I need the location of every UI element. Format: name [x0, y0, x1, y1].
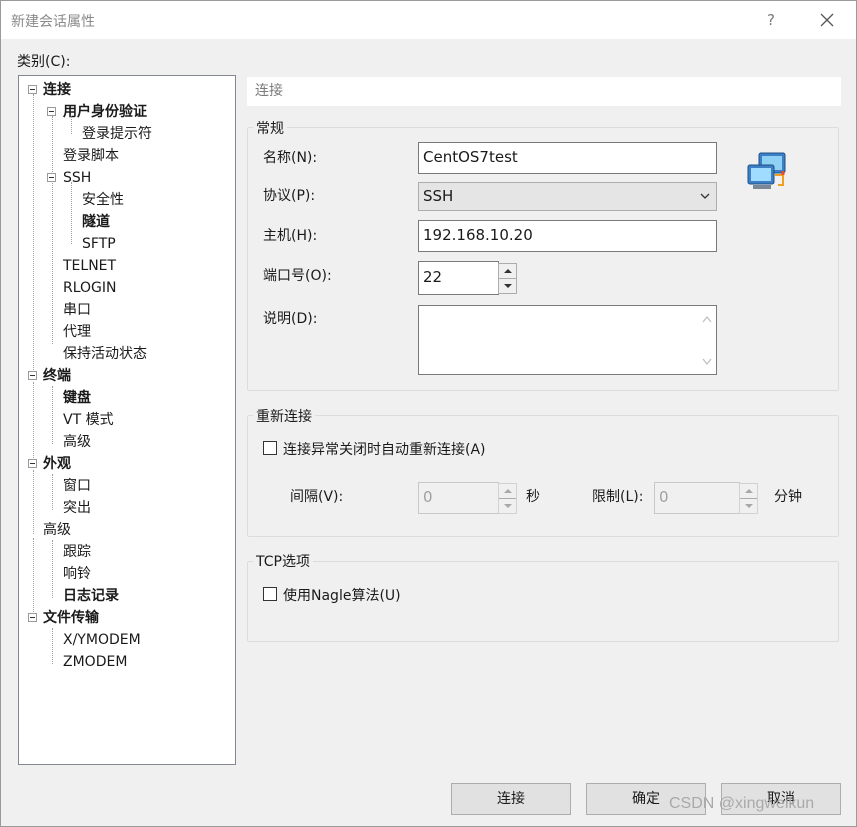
- arrow-up-icon: [504, 269, 512, 273]
- collapse-toggle-icon[interactable]: [28, 371, 37, 380]
- scroll-arrows-icon: [702, 315, 712, 366]
- tree-line: [71, 182, 72, 244]
- category-label: 类别(C):: [17, 54, 71, 70]
- limit-stepper[interactable]: [739, 483, 758, 514]
- interval-stepper[interactable]: [498, 483, 517, 514]
- network-computers-icon: [747, 152, 786, 189]
- tree-item-login-prompts[interactable]: 登录提示符: [82, 124, 152, 144]
- limit-unit: 分钟: [774, 489, 802, 505]
- close-icon: [820, 13, 834, 27]
- host-input[interactable]: 192.168.10.20: [418, 220, 717, 252]
- description-textarea[interactable]: [418, 305, 717, 375]
- arrow-up-icon: [504, 489, 512, 493]
- general-group-title: 常规: [253, 118, 287, 138]
- tree-item-connection[interactable]: 连接: [43, 80, 71, 100]
- tree-item-rlogin[interactable]: RLOGIN: [63, 278, 117, 298]
- arrow-up-icon: [745, 489, 753, 493]
- tree-item-sftp[interactable]: SFTP: [82, 234, 116, 254]
- tree-item-tunnel[interactable]: 隧道: [82, 212, 110, 232]
- tree-line: [33, 94, 34, 376]
- limit-input[interactable]: 0: [654, 482, 740, 514]
- tree-item-logging[interactable]: 日志记录: [63, 586, 119, 606]
- tree-item-terminal-advanced[interactable]: 高级: [63, 432, 91, 452]
- limit-increment-button[interactable]: [740, 484, 757, 499]
- chevron-down-icon: [700, 193, 710, 199]
- interval-label: 间隔(V):: [290, 489, 344, 505]
- tree-item-telnet[interactable]: TELNET: [63, 256, 116, 276]
- tree-item-vt-modes[interactable]: VT 模式: [63, 410, 114, 430]
- tree-item-terminal[interactable]: 终端: [43, 366, 71, 386]
- tree-item-highlight[interactable]: 突出: [63, 498, 91, 518]
- interval-input[interactable]: 0: [418, 482, 499, 514]
- help-button[interactable]: ?: [757, 7, 785, 33]
- window-title: 新建会话属性: [11, 14, 95, 30]
- tcp-options-group-title: TCP选项: [253, 551, 313, 571]
- tree-line: [52, 116, 53, 344]
- name-label: 名称(N):: [263, 150, 318, 166]
- close-button[interactable]: [811, 7, 843, 33]
- tree-item-file-transfer[interactable]: 文件传输: [43, 608, 99, 628]
- arrow-down-icon: [504, 503, 512, 508]
- nagle-checkbox[interactable]: [263, 587, 277, 601]
- tree-item-zmodem[interactable]: ZMODEM: [63, 652, 127, 672]
- description-scrollbar[interactable]: [698, 306, 716, 374]
- session-properties-dialog: 新建会话属性 ? 类别(C): 连接 用户身份验证 登录提示符 登录脚本 SSH…: [0, 0, 857, 827]
- collapse-toggle-icon[interactable]: [28, 613, 37, 622]
- limit-decrement-button[interactable]: [740, 499, 757, 514]
- tree-item-keepalive[interactable]: 保持活动状态: [63, 344, 147, 364]
- tree-item-proxy[interactable]: 代理: [63, 322, 91, 342]
- title-bar: 新建会话属性 ?: [1, 1, 856, 39]
- arrow-down-icon: [504, 283, 512, 288]
- tree-line: [33, 470, 34, 534]
- limit-label: 限制(L):: [592, 489, 644, 505]
- description-label: 说明(D):: [263, 311, 318, 327]
- tree-line: [52, 386, 53, 444]
- nagle-label[interactable]: 使用Nagle算法(U): [283, 585, 401, 605]
- reconnect-group: [247, 415, 839, 537]
- tree-line: [33, 538, 34, 620]
- tree-item-window[interactable]: 窗口: [63, 476, 91, 496]
- tree-item-bell[interactable]: 响铃: [63, 564, 91, 584]
- tree-line: [33, 382, 34, 466]
- interval-unit: 秒: [526, 489, 540, 505]
- auto-reconnect-checkbox[interactable]: [263, 441, 277, 455]
- tree-item-appearance[interactable]: 外观: [43, 454, 71, 474]
- port-increment-button[interactable]: [499, 264, 516, 279]
- tree-item-advanced[interactable]: 高级: [43, 520, 71, 540]
- tree-item-keyboard[interactable]: 键盘: [63, 388, 91, 408]
- tree-item-serial[interactable]: 串口: [63, 300, 91, 320]
- protocol-select[interactable]: SSH: [418, 182, 717, 211]
- tree-line: [52, 540, 53, 598]
- section-header: 连接: [247, 77, 841, 106]
- tree-item-ssh[interactable]: SSH: [63, 168, 91, 188]
- watermark: CSDN @xingweikun: [669, 795, 815, 812]
- protocol-label: 协议(P):: [263, 188, 316, 204]
- tree-item-security[interactable]: 安全性: [82, 190, 124, 210]
- port-decrement-button[interactable]: [499, 279, 516, 294]
- collapse-toggle-icon[interactable]: [28, 85, 37, 94]
- reconnect-group-title: 重新连接: [253, 406, 315, 426]
- port-input[interactable]: 22: [418, 261, 499, 295]
- collapse-toggle-icon[interactable]: [28, 459, 37, 468]
- collapse-toggle-icon[interactable]: [47, 107, 56, 116]
- interval-decrement-button[interactable]: [499, 499, 516, 514]
- connect-button[interactable]: 连接: [451, 783, 571, 815]
- tree-item-xymodem[interactable]: X/YMODEM: [63, 630, 141, 650]
- auto-reconnect-label[interactable]: 连接异常关闭时自动重新连接(A): [283, 439, 486, 459]
- tree-item-login-script[interactable]: 登录脚本: [63, 146, 119, 166]
- port-stepper[interactable]: [498, 263, 517, 294]
- name-input[interactable]: CentOS7test: [418, 142, 717, 174]
- host-label: 主机(H):: [263, 228, 318, 244]
- tree-item-trace[interactable]: 跟踪: [63, 542, 91, 562]
- protocol-selected-value: SSH: [423, 187, 454, 205]
- category-tree[interactable]: 连接 用户身份验证 登录提示符 登录脚本 SSH 安全性 隧道 SFTP TEL…: [18, 75, 236, 765]
- tree-line: [52, 474, 53, 510]
- arrow-down-icon: [745, 503, 753, 508]
- interval-increment-button[interactable]: [499, 484, 516, 499]
- port-label: 端口号(O):: [263, 268, 332, 284]
- tree-item-user-auth[interactable]: 用户身份验证: [63, 102, 147, 122]
- collapse-toggle-icon[interactable]: [47, 173, 56, 182]
- tree-line: [52, 628, 53, 664]
